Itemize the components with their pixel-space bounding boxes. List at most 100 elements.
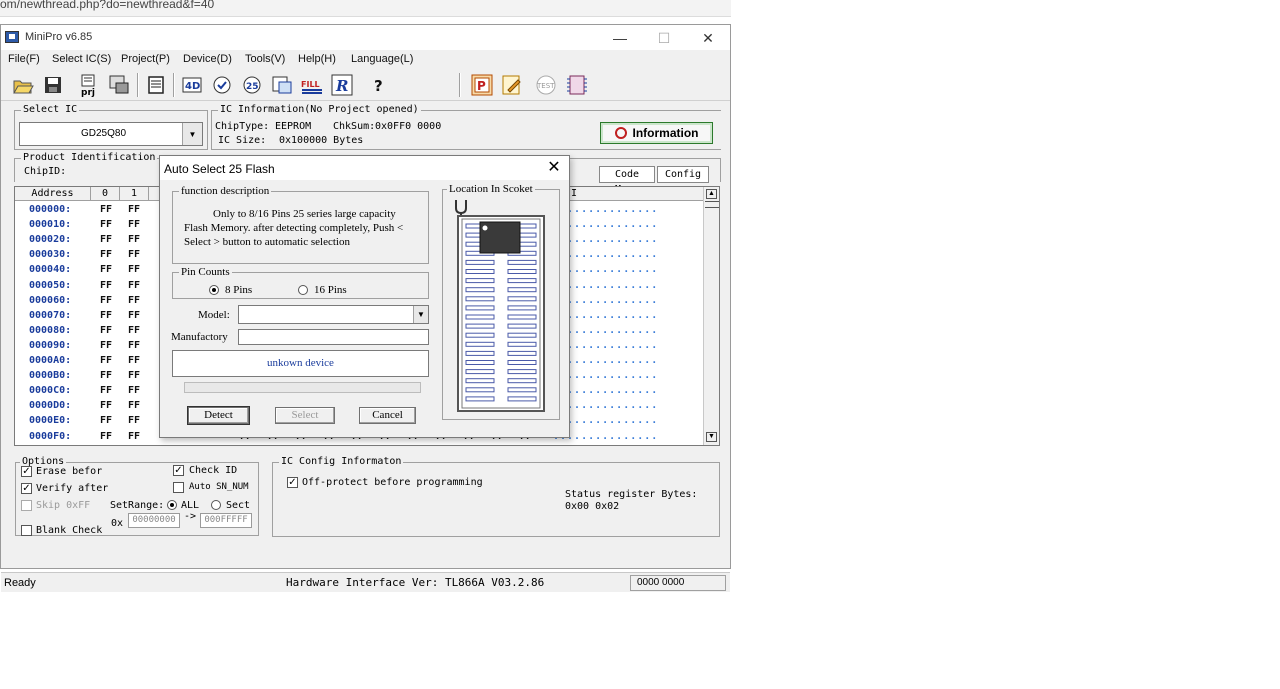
status-bar: Ready Hardware Interface Ver: TL866A V03… bbox=[1, 572, 730, 592]
byte-cell[interactable]: FF bbox=[128, 370, 148, 381]
status-register-value: 0x00 0x02 bbox=[565, 501, 620, 512]
close-button[interactable]: ✕ bbox=[686, 28, 730, 48]
byte-cell[interactable]: FF bbox=[128, 340, 148, 351]
menu-help[interactable]: Help(H) bbox=[298, 53, 336, 65]
byte-cell[interactable]: FF bbox=[128, 280, 148, 291]
byte-cell[interactable]: FF bbox=[128, 234, 148, 245]
byte-cell[interactable]: FF bbox=[100, 264, 120, 275]
socket-pin bbox=[465, 287, 495, 293]
row-address: 0000B0: bbox=[29, 370, 72, 382]
verify-icon[interactable] bbox=[210, 73, 234, 97]
memory-icon[interactable] bbox=[144, 73, 168, 97]
blank-check-checkbox[interactable] bbox=[21, 525, 32, 536]
fill-icon[interactable]: FILL bbox=[300, 73, 324, 97]
information-button[interactable]: Information bbox=[600, 122, 713, 144]
range-from-input[interactable]: 00000000 bbox=[128, 513, 180, 528]
tab-code-memo[interactable]: Code Memo bbox=[599, 166, 655, 195]
menu-language[interactable]: Language(L) bbox=[351, 53, 413, 65]
chip-icon[interactable] bbox=[107, 73, 131, 97]
byte-cell[interactable]: FF bbox=[100, 415, 120, 426]
scroll-up-icon[interactable]: ▲ bbox=[706, 189, 717, 199]
tab-config[interactable]: Config bbox=[657, 166, 709, 183]
byte-cell[interactable]: FF bbox=[128, 295, 148, 306]
help-icon[interactable]: ? bbox=[367, 73, 391, 97]
verify-after-checkbox[interactable]: ✓ bbox=[21, 483, 32, 494]
byte-cell[interactable]: FF bbox=[128, 431, 148, 442]
erase-icon[interactable] bbox=[270, 73, 294, 97]
menu-project[interactable]: Project(P) bbox=[121, 53, 170, 65]
byte-cell[interactable]: FF bbox=[100, 340, 120, 351]
byte-cell[interactable]: FF bbox=[100, 295, 120, 306]
byte-cell[interactable]: FF bbox=[100, 385, 120, 396]
manufactory-field[interactable] bbox=[238, 329, 429, 345]
byte-cell[interactable]: FF bbox=[100, 219, 120, 230]
byte-cell[interactable]: FF bbox=[100, 249, 120, 260]
byte-cell[interactable]: FF bbox=[100, 280, 120, 291]
byte-cell[interactable]: FF bbox=[128, 310, 148, 321]
r-icon[interactable]: R bbox=[330, 73, 354, 97]
byte-cell[interactable]: FF bbox=[100, 355, 120, 366]
byte-cell[interactable]: FF bbox=[100, 370, 120, 381]
byte-cell[interactable]: FF bbox=[100, 310, 120, 321]
range-sect-radio[interactable] bbox=[211, 500, 221, 510]
read-icon[interactable]: 4D bbox=[180, 73, 204, 97]
maximize-button[interactable]: ☐ bbox=[642, 28, 686, 48]
menu-file[interactable]: File(F) bbox=[8, 53, 40, 65]
url-text: om/newthread.php?do=newthread&f=40 bbox=[0, 0, 215, 11]
test-icon[interactable]: TEST bbox=[534, 73, 558, 97]
chip-config-icon[interactable] bbox=[565, 73, 589, 97]
project-icon[interactable]: prj bbox=[77, 73, 101, 97]
range-all-radio[interactable] bbox=[167, 500, 177, 510]
socket-pin bbox=[507, 350, 537, 356]
select-button[interactable]: Select bbox=[275, 407, 335, 424]
scroll-thumb[interactable] bbox=[705, 201, 719, 208]
save-icon[interactable] bbox=[41, 73, 65, 97]
auto-sn-checkbox[interactable] bbox=[173, 482, 184, 493]
menu-tools[interactable]: Tools(V) bbox=[245, 53, 285, 65]
byte-cell[interactable]: FF bbox=[100, 234, 120, 245]
off-protect-checkbox[interactable]: ✓ bbox=[287, 477, 298, 488]
range-to-input[interactable]: 000FFFFF bbox=[200, 513, 252, 528]
status-ready: Ready bbox=[4, 577, 36, 589]
p-icon[interactable]: P bbox=[470, 73, 494, 97]
byte-cell[interactable]: FF bbox=[128, 219, 148, 230]
byte-cell[interactable]: FF bbox=[128, 355, 148, 366]
byte-cell[interactable]: FF bbox=[100, 325, 120, 336]
grid-scrollbar[interactable]: ▲ ▼ bbox=[703, 187, 719, 445]
dialog-close-button[interactable]: ✕ bbox=[543, 158, 565, 178]
ic-select-combo[interactable]: GD25Q80 ▼ bbox=[19, 122, 203, 146]
menu-select-ic[interactable]: Select IC(S) bbox=[52, 53, 111, 65]
byte-cell[interactable]: FF bbox=[128, 400, 148, 411]
byte-cell[interactable]: FF bbox=[100, 400, 120, 411]
menu-device[interactable]: Device(D) bbox=[183, 53, 232, 65]
byte-cell[interactable]: FF bbox=[100, 204, 120, 215]
byte-cell[interactable]: FF bbox=[128, 249, 148, 260]
pin-8-radio[interactable] bbox=[209, 285, 219, 295]
cancel-button[interactable]: Cancel bbox=[359, 407, 416, 424]
model-select[interactable]: ▼ bbox=[238, 305, 429, 324]
byte-cell[interactable]: FF bbox=[128, 415, 148, 426]
byte-cell[interactable]: FF bbox=[128, 204, 148, 215]
browser-url-strip[interactable]: om/newthread.php?do=newthread&f=40 bbox=[0, 0, 731, 17]
byte-cell[interactable]: FF bbox=[128, 385, 148, 396]
byte-cell[interactable]: FF bbox=[128, 325, 148, 336]
socket-pin bbox=[507, 314, 537, 320]
byte-cell[interactable]: FF bbox=[100, 431, 120, 442]
blank-icon[interactable]: 25 bbox=[240, 73, 264, 97]
row-address: 0000A0: bbox=[29, 355, 72, 366]
check-id-checkbox[interactable]: ✓ bbox=[173, 465, 184, 476]
chevron-down-icon[interactable]: ▼ bbox=[182, 123, 202, 145]
erase-before-checkbox[interactable]: ✓ bbox=[21, 466, 32, 477]
minimize-button[interactable]: — bbox=[598, 28, 642, 48]
open-icon[interactable] bbox=[11, 73, 35, 97]
edit-icon[interactable] bbox=[500, 73, 524, 97]
skip-0xff-checkbox[interactable] bbox=[21, 500, 32, 511]
25-label: 25 bbox=[246, 82, 259, 92]
scroll-down-icon[interactable]: ▼ bbox=[706, 432, 717, 442]
pin-16-radio[interactable] bbox=[298, 285, 308, 295]
socket-pin bbox=[507, 296, 537, 302]
byte-cell[interactable]: FF bbox=[128, 264, 148, 275]
chevron-down-icon[interactable]: ▼ bbox=[413, 306, 428, 323]
row-address: 0000D0: bbox=[29, 400, 72, 412]
detect-button[interactable]: Detect bbox=[188, 407, 249, 424]
